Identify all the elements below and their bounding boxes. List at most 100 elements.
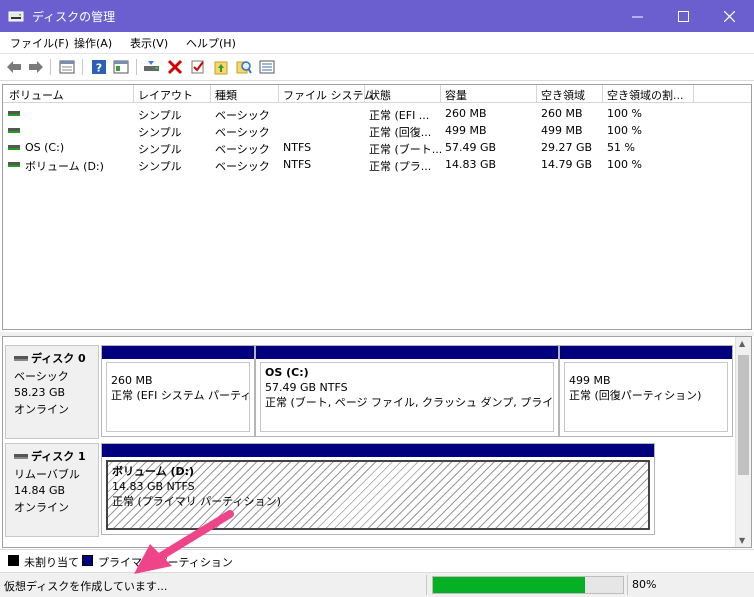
list-view-button[interactable] (258, 58, 276, 76)
partition-efi[interactable]: 260 MB 正常 (EFI システム パーティション) (101, 345, 255, 437)
cell-status: 正常 (プラ... (369, 160, 432, 173)
partition-volume-d[interactable]: ボリューム (D:) 14.83 GB NTFS 正常 (プライマリ パーティシ… (101, 443, 655, 535)
back-button[interactable] (5, 58, 23, 76)
toolbar-separator (136, 59, 137, 75)
volume-icon (8, 111, 20, 116)
partition-status: 正常 (ブート, ページ ファイル, クラッシュ ダンプ, プライマリ パーティ… (265, 396, 554, 409)
menu-help[interactable]: ヘルプ(H) (186, 35, 236, 51)
disk-1-label[interactable]: ディスク 1 リムーバブル 14.84 GB オンライン (5, 443, 99, 537)
partition-recovery[interactable]: 499 MB 正常 (回復パーティション) (559, 345, 733, 437)
disk-icon (14, 355, 28, 361)
column-header-volume[interactable]: ボリューム (9, 87, 64, 103)
column-header-percent-free[interactable]: 空き領域の割... (607, 87, 684, 103)
menu-view[interactable]: 表示(V) (130, 35, 168, 51)
column-header-type[interactable]: 種類 (215, 87, 237, 103)
progress-bar (432, 576, 624, 594)
menu-bar: ファイル(F) 操作(A) 表示(V) ヘルプ(H) (0, 32, 754, 54)
maximize-button[interactable] (660, 0, 706, 32)
volume-icon (8, 162, 20, 167)
console-tree-button[interactable] (112, 58, 130, 76)
scroll-up-icon[interactable]: ▲ (739, 339, 745, 348)
close-button[interactable] (706, 0, 752, 32)
delete-icon (167, 59, 183, 75)
help-icon: ? (92, 60, 106, 75)
disk-graphical-view: ディスク 0 ベーシック 58.23 GB オンライン 260 MB 正常 (E… (2, 336, 752, 548)
column-header-capacity[interactable]: 容量 (445, 87, 467, 103)
cell-layout: シンプル (138, 126, 182, 139)
disk-1-size: 14.84 GB (14, 484, 66, 497)
status-separator (426, 575, 427, 595)
cell-status: 正常 (EFI ... (369, 109, 430, 122)
volume-row[interactable]: シンプル ベーシック 正常 (回復... 499 MB 499 MB 100 % (3, 122, 751, 139)
svg-text:?: ? (96, 62, 102, 75)
cell-type: ベーシック (215, 143, 270, 156)
up-folder-button[interactable] (212, 58, 230, 76)
menu-action[interactable]: 操作(A) (74, 35, 112, 51)
connect-disk-button[interactable] (143, 58, 161, 76)
partition-name: ボリューム (D:) (112, 465, 195, 478)
partition-body-selected: ボリューム (D:) 14.83 GB NTFS 正常 (プライマリ パーティシ… (106, 460, 650, 530)
volume-list-header: ボリューム レイアウト 種類 ファイル システム 状態 容量 空き領域 空き領域… (3, 85, 751, 103)
delete-button[interactable] (166, 58, 184, 76)
title-bar: ディスクの管理 (0, 0, 754, 32)
partition-color-bar (102, 444, 654, 457)
console-tree-icon (113, 60, 129, 74)
disk-0-label[interactable]: ディスク 0 ベーシック 58.23 GB オンライン (5, 345, 99, 439)
scroll-down-icon[interactable]: ▼ (739, 536, 745, 545)
legend-swatch-unallocated (8, 555, 19, 566)
disk-1-status: オンライン (14, 501, 69, 514)
disk-0-status: オンライン (14, 403, 69, 416)
partition-status: 正常 (EFI システム パーティション) (111, 389, 250, 402)
forward-button[interactable] (27, 58, 45, 76)
check-icon (191, 60, 204, 74)
disk-1-name: ディスク 1 (31, 450, 86, 463)
cell-layout: シンプル (138, 160, 182, 173)
maximize-icon (677, 10, 689, 22)
cell-volume: ボリューム (D:) (25, 160, 104, 173)
search-button[interactable] (235, 58, 253, 76)
help-button[interactable]: ? (90, 58, 108, 76)
legend-swatch-primary (82, 555, 93, 566)
partition-body: 260 MB 正常 (EFI システム パーティション) (106, 362, 250, 432)
disk-0-size: 58.23 GB (14, 386, 66, 399)
volume-row[interactable]: ボリューム (D:) シンプル ベーシック NTFS 正常 (プラ... 14.… (3, 156, 751, 173)
cell-free-space: 29.27 GB (541, 141, 593, 154)
cell-percent-free: 100 % (607, 158, 642, 171)
column-header-filesystem[interactable]: ファイル システム (283, 87, 374, 103)
partition-os-c[interactable]: OS (C:) 57.49 GB NTFS 正常 (ブート, ページ ファイル,… (255, 345, 559, 437)
cell-layout: シンプル (138, 109, 182, 122)
status-bar: 仮想ディスクを作成しています... 80% (0, 572, 754, 597)
column-header-status[interactable]: 状態 (369, 87, 391, 103)
disk-1-type: リムーバブル (14, 468, 80, 481)
partition-color-bar (560, 346, 732, 359)
status-separator (627, 575, 628, 595)
properties-icon (59, 60, 75, 74)
volume-icon (8, 145, 20, 150)
volume-row[interactable]: シンプル ベーシック 正常 (EFI ... 260 MB 260 MB 100… (3, 105, 751, 122)
properties-button[interactable] (58, 58, 76, 76)
check-button[interactable] (189, 58, 207, 76)
partition-body: OS (C:) 57.49 GB NTFS 正常 (ブート, ページ ファイル,… (260, 362, 554, 432)
cell-type: ベーシック (215, 109, 270, 122)
volume-icon (8, 128, 20, 133)
column-header-layout[interactable]: レイアウト (138, 87, 193, 103)
volume-row[interactable]: OS (C:) シンプル ベーシック NTFS 正常 (ブート... 57.49… (3, 139, 751, 156)
cell-capacity: 14.83 GB (445, 158, 497, 171)
toolbar-separator (82, 59, 83, 75)
partition-size: 14.83 GB NTFS (112, 480, 195, 493)
column-header-free-space[interactable]: 空き領域 (541, 87, 585, 103)
window-title: ディスクの管理 (32, 10, 116, 24)
minimize-button[interactable] (614, 0, 660, 32)
volume-list: ボリューム レイアウト 種類 ファイル システム 状態 容量 空き領域 空き領域… (2, 84, 752, 330)
partition-status: 正常 (プライマリ パーティション) (112, 495, 281, 508)
disk-management-app-icon (8, 11, 24, 22)
cell-free-space: 14.79 GB (541, 158, 593, 171)
scrollbar-thumb[interactable] (738, 355, 749, 475)
toolbar-separator (50, 59, 51, 75)
legend-label-unallocated: 未割り当て (24, 556, 79, 569)
disk-view-scrollbar[interactable]: ▲ ▼ (735, 337, 751, 547)
menu-file[interactable]: ファイル(F) (10, 35, 69, 51)
cell-capacity: 260 MB (445, 107, 487, 120)
up-folder-icon (214, 61, 228, 75)
legend: 未割り当て プライマリ パーティション (0, 549, 754, 571)
